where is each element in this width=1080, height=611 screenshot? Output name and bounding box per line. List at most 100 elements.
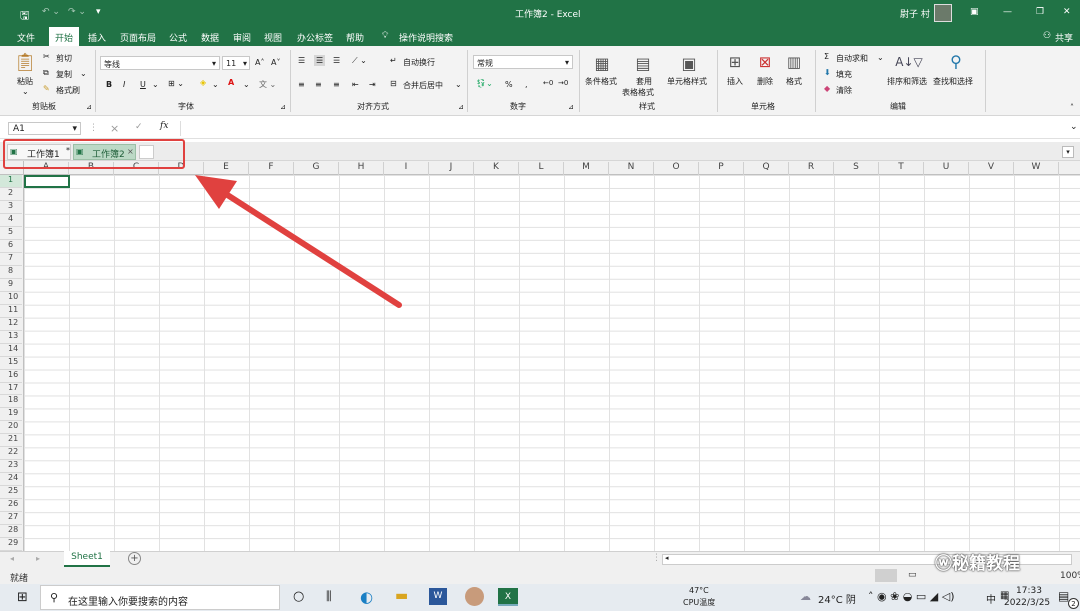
bold-button[interactable]: B [106,80,112,89]
row-header-19[interactable]: 19 [0,408,22,422]
fill-color-dropdown-icon[interactable]: ⌄ [212,80,219,89]
increase-decimal-icon[interactable]: ←0 [543,79,553,87]
row-header-18[interactable]: 18 [0,395,22,409]
conditional-format-button[interactable]: 条件格式 [585,76,617,87]
maximize-icon[interactable]: ❐ [1036,7,1044,17]
underline-dropdown-icon[interactable]: ⌄ [152,80,159,89]
name-box[interactable]: A1 ▾ [8,122,81,135]
next-sheet-icon[interactable]: ▸ [36,554,40,563]
redo-icon[interactable]: ↷ ⌄ [68,7,86,17]
normal-view-icon[interactable] [875,569,897,582]
windows-start-icon[interactable]: ⊞ [17,590,28,605]
column-header-j[interactable]: J [429,162,474,175]
row-header-4[interactable]: 4 [0,214,22,227]
cell-grid[interactable] [24,175,1080,551]
find-select-icon[interactable]: ⚲ [945,50,967,72]
copy-button[interactable]: 复制 [56,69,72,80]
clear-icon[interactable]: ◆ [824,84,830,93]
share-button[interactable]: 共享 [1055,31,1073,44]
paste-dropdown-icon[interactable]: ⌄ [22,87,29,96]
autosum-dropdown-icon[interactable]: ⌄ [877,53,884,62]
taskbar-search-box[interactable]: ⚲ 在这里输入你要搜索的内容 [40,585,280,610]
insert-function-icon[interactable]: fx [160,121,168,131]
copy-dropdown-icon[interactable]: ⌄ [80,69,87,78]
minimize-icon[interactable]: — [1003,7,1012,17]
tab-data[interactable]: 数据 [201,31,219,44]
copy-icon[interactable]: ⧉ [43,68,49,78]
row-header-12[interactable]: 12 [0,318,22,331]
tab-file[interactable]: 文件 [17,31,35,44]
italic-button[interactable]: I [123,80,125,89]
conditional-format-icon[interactable]: ▦ [591,52,613,74]
row-header-20[interactable]: 20 [0,421,22,435]
merge-dropdown-icon[interactable]: ⌄ [455,80,462,89]
share-icon[interactable]: ⚇ [1043,31,1051,41]
delete-cells-icon[interactable]: ⊠ [755,51,775,73]
hscroll-split-icon[interactable]: ⋮ [652,553,661,563]
row-header-14[interactable]: 14 [0,344,22,357]
ribbon-display-icon[interactable]: ▣ [970,7,979,17]
number-format-select[interactable]: 常规 ▾ [473,55,573,69]
align-top-icon[interactable]: ☰ [298,56,305,65]
comma-button[interactable]: , [525,80,528,89]
cell-style-icon[interactable]: ▣ [678,52,700,74]
column-header-p[interactable]: P [699,162,744,175]
ime-indicator[interactable]: 中 [986,591,996,606]
orientation-icon[interactable]: ⟋ ⌄ [352,56,367,66]
row-header-22[interactable]: 22 [0,447,22,461]
row-header-28[interactable]: 28 [0,525,22,539]
tab-home[interactable]: 开始 [49,27,80,46]
increase-indent-icon[interactable]: ⇥ [369,80,376,89]
align-bottom-icon[interactable]: ☰ [333,56,340,65]
align-left-icon[interactable]: ≡ [298,80,305,89]
file-explorer-icon[interactable]: ▬ [395,588,408,604]
font-name-select[interactable]: 等线 ▾ [100,56,220,70]
cut-icon[interactable]: ✂ [43,52,50,61]
tab-insert[interactable]: 插入 [88,31,106,44]
active-cell[interactable] [24,175,70,188]
row-header-29[interactable]: 29 [0,538,22,552]
row-header-9[interactable]: 9 [0,279,22,292]
formula-input[interactable] [180,121,1065,136]
column-header-u[interactable]: U [924,162,969,175]
row-header-24[interactable]: 24 [0,473,22,487]
column-header-q[interactable]: Q [744,162,789,175]
column-header-v[interactable]: V [969,162,1014,175]
add-sheet-icon[interactable]: + [128,552,141,565]
column-header-r[interactable]: R [789,162,834,175]
close-icon[interactable]: ✕ [1063,7,1071,17]
collapse-ribbon-icon[interactable]: ˄ [1070,103,1074,112]
widgets-icon[interactable]: ⫼ [326,589,332,604]
cell-style-button[interactable]: 单元格样式 [667,76,707,87]
table-format-icon[interactable]: ▤ [632,52,654,74]
weather-text[interactable]: 24°C 阴 [818,591,856,606]
row-header-25[interactable]: 25 [0,486,22,500]
app-avatar-icon[interactable] [465,587,484,606]
column-header-t[interactable]: T [879,162,924,175]
edge-icon[interactable]: ◐ [360,588,373,606]
clipboard-launcher-icon[interactable]: ⊿ [86,103,92,111]
align-right-icon[interactable]: ≡ [333,80,340,89]
tab-view[interactable]: 视图 [264,31,282,44]
clear-button[interactable]: 清除 [836,85,852,96]
row-header-6[interactable]: 6 [0,240,22,253]
tab-formulas[interactable]: 公式 [169,31,187,44]
save-icon[interactable]: 🖫 [20,7,29,26]
column-header-o[interactable]: O [654,162,699,175]
tab-help[interactable]: 帮助 [346,31,364,44]
customize-qat-icon[interactable]: ▾ [96,7,101,17]
row-header-5[interactable]: 5 [0,227,22,240]
percent-button[interactable]: % [505,80,513,89]
wrap-text-button[interactable]: 自动换行 [403,57,435,68]
word-icon[interactable]: W [429,588,447,605]
column-header-n[interactable]: N [609,162,654,175]
undo-icon[interactable]: ↶ ⌄ [42,7,60,17]
confirm-edit-icon[interactable]: ✓ [135,122,143,132]
cut-button[interactable]: 剪切 [56,53,72,64]
merge-center-icon[interactable]: ⊟ [390,79,397,88]
zoom-level[interactable]: 100% [1060,571,1080,581]
border-icon[interactable]: ⊞ ⌄ [168,79,184,88]
column-header-k[interactable]: K [474,162,519,175]
tell-me-search[interactable]: 操作说明搜索 [399,31,453,44]
number-launcher-icon[interactable]: ⊿ [568,103,574,111]
